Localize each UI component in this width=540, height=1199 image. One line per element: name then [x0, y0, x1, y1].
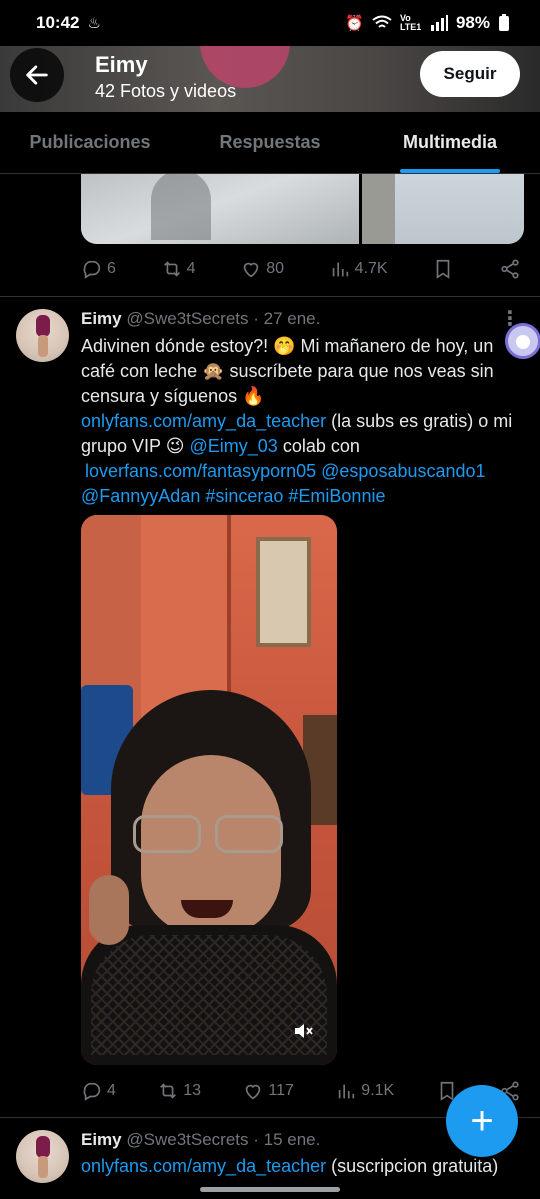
tweet-header: Eimy @Swe3tSecrets · 27 ene.	[81, 309, 320, 329]
retweet-icon	[163, 261, 180, 277]
notification-icon: ♨	[87, 15, 101, 32]
bookmark-button[interactable]	[432, 258, 454, 280]
views-count: 4.7K	[354, 260, 388, 277]
back-button[interactable]	[10, 48, 64, 102]
tweet-text: onlyfans.com/amy_da_teacher (suscripcion…	[81, 1154, 521, 1179]
mention-eimy03[interactable]: @Eimy_03	[190, 436, 278, 456]
tweet-link-onlyfans[interactable]: onlyfans.com/amy_da_teacher	[81, 1156, 326, 1176]
tweet-author-name[interactable]: Eimy	[81, 309, 122, 328]
views-button[interactable]: 9.1K	[335, 1080, 394, 1102]
tweet-link-onlyfans[interactable]: onlyfans.com/amy_da_teacher	[81, 411, 326, 431]
home-indicator[interactable]	[200, 1187, 340, 1192]
tweet-text-body: Adivinen dónde estoy?! 🤭 Mi mañanero de …	[81, 336, 494, 406]
heart-icon	[243, 262, 259, 278]
tab-publicaciones[interactable]: Publicaciones	[0, 112, 180, 173]
views-chart-icon	[339, 1084, 355, 1099]
share-icon	[501, 259, 519, 279]
retweet-button[interactable]: 4	[161, 258, 196, 280]
retweet-count: 13	[183, 1082, 202, 1099]
plus-icon: +	[470, 1098, 494, 1143]
views-count: 9.1K	[361, 1082, 395, 1099]
tweet-author-handle[interactable]: @Swe3tSecrets	[126, 309, 248, 328]
tweet-author-handle[interactable]: @Swe3tSecrets	[126, 1130, 248, 1149]
tweet-date[interactable]: · 27 ene.	[253, 309, 320, 328]
like-count: 117	[268, 1082, 294, 1099]
tab-multimedia[interactable]: Multimedia	[360, 112, 540, 173]
profile-tabs: Publicaciones Respuestas Multimedia	[0, 112, 540, 174]
mute-button[interactable]	[287, 1015, 319, 1047]
arrow-left-icon	[26, 65, 48, 85]
tweet-text-body: (suscripcion gratuita)	[326, 1156, 499, 1176]
tweet-link-loverfans[interactable]: loverfans.com/fantasyporn05	[85, 461, 316, 481]
status-bar: 10:42 ♨ ⏰ Vo LTE1 98%	[0, 0, 540, 46]
speaker-muted-icon	[295, 1024, 313, 1038]
bookmark-icon	[436, 259, 450, 279]
profile-header: Eimy 42 Fotos y videos Seguir	[0, 38, 540, 112]
heart-icon	[246, 1084, 261, 1100]
hashtag-sincerao[interactable]: #sincerao	[200, 486, 283, 506]
reply-button[interactable]: 6	[81, 258, 116, 280]
battery-percent: 98%	[455, 13, 490, 32]
tweet-text: Adivinen dónde estoy?! 🤭 Mi mañanero de …	[81, 334, 521, 509]
media-count: 42 Fotos y videos	[95, 81, 237, 101]
like-button[interactable]: 80	[240, 258, 284, 280]
reply-button[interactable]: 4	[81, 1080, 116, 1102]
mention-esposabuscando1[interactable]: @esposabuscando1	[316, 461, 485, 481]
tweet-video[interactable]	[81, 515, 337, 1065]
like-button[interactable]: 117	[242, 1080, 294, 1102]
reply-icon	[83, 1082, 101, 1101]
mention-fannyyadan[interactable]: @FannyyAdan	[81, 486, 200, 506]
tweet-actions: 6 4 80 4.7K	[81, 258, 521, 280]
reply-count: 6	[107, 260, 116, 277]
profile-name: Eimy	[95, 52, 148, 77]
like-count: 80	[266, 260, 284, 277]
tweet-author-name[interactable]: Eimy	[81, 1130, 122, 1149]
views-chart-icon	[332, 262, 348, 277]
share-button[interactable]	[499, 258, 521, 280]
tweet-header: Eimy @Swe3tSecrets · 15 ene.	[81, 1130, 320, 1150]
avatar[interactable]	[16, 1130, 69, 1183]
retweet-count: 4	[186, 260, 196, 277]
signal-icon	[430, 15, 448, 31]
retweet-icon	[160, 1083, 177, 1099]
tweet-text-body-3: colab con	[277, 436, 360, 456]
wifi-icon	[372, 15, 392, 28]
floating-bubble-icon[interactable]	[505, 323, 540, 359]
status-time: 10:42	[36, 13, 80, 32]
hashtag-emibonnie[interactable]: #EmiBonnie	[283, 486, 385, 506]
tweet-date[interactable]: · 15 ene.	[253, 1130, 320, 1149]
avatar[interactable]	[16, 309, 69, 362]
alarm-icon: ⏰	[345, 15, 364, 32]
lte-label: Vo LTE1	[399, 13, 422, 32]
views-button[interactable]: 4.7K	[329, 258, 388, 280]
compose-button[interactable]: +	[446, 1085, 518, 1157]
battery-icon	[499, 14, 509, 31]
retweet-button[interactable]: 13	[157, 1080, 201, 1102]
tweet-divider	[0, 296, 540, 297]
tab-respuestas[interactable]: Respuestas	[180, 112, 360, 173]
reply-icon	[83, 260, 101, 279]
reply-count: 4	[107, 1082, 116, 1099]
follow-button[interactable]: Seguir	[420, 51, 520, 97]
